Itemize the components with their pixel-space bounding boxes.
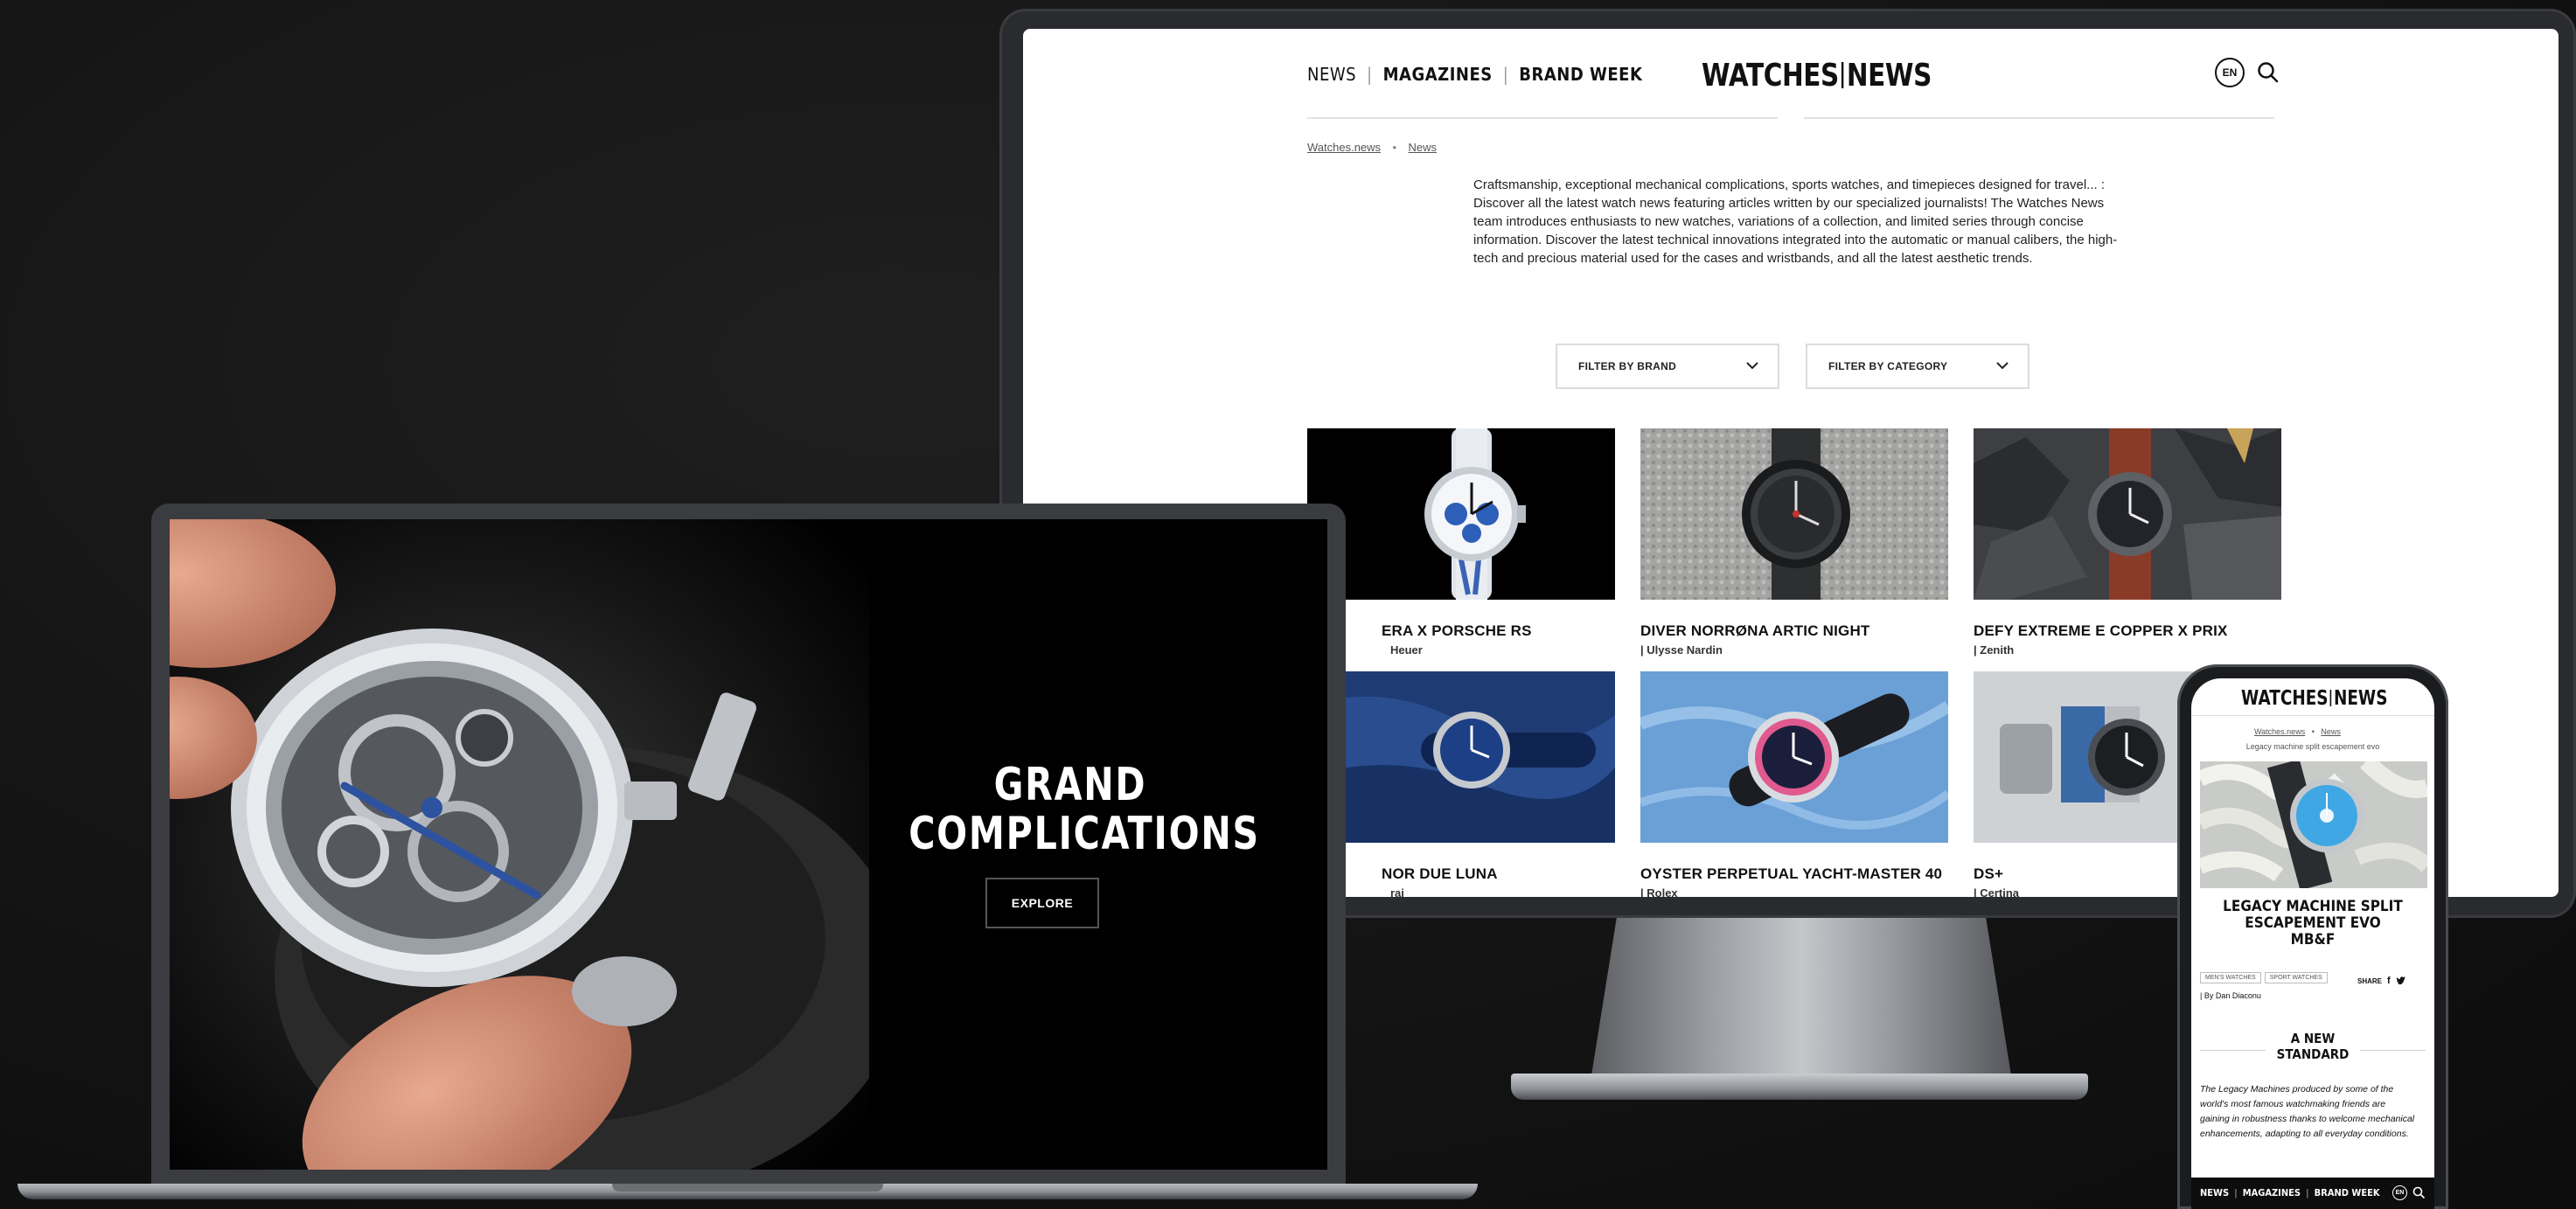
imac-stand-neck xyxy=(1591,918,2011,1075)
language-button[interactable]: EN xyxy=(2392,1185,2407,1200)
search-icon[interactable] xyxy=(2257,61,2280,88)
search-icon[interactable] xyxy=(2412,1186,2426,1204)
breadcrumb-separator: • xyxy=(1392,141,1397,154)
header-divider-left xyxy=(1307,117,1778,119)
card-brand[interactable]: | Zenith xyxy=(1974,643,2014,657)
card-title[interactable]: DIVER NORRØNA ARTIC NIGHT xyxy=(1640,622,1870,640)
section-heading-line2: STANDARD xyxy=(2276,1046,2350,1062)
tag-sport-watches[interactable]: SPORT WATCHES xyxy=(2264,972,2328,983)
article-title-line2: ESCAPEMENT EVO xyxy=(2245,914,2381,932)
phone-author: | By Dan Diaconu xyxy=(2200,991,2261,1000)
language-button[interactable]: EN xyxy=(2215,58,2245,87)
phone-share: SHARE f xyxy=(2357,973,2405,989)
hero-watch-image xyxy=(170,519,869,1170)
logo-left: WATCHES xyxy=(1702,58,1839,94)
section-heading-line1: A NEW xyxy=(2290,1031,2336,1046)
tag-mens-watches[interactable]: MEN'S WATCHES xyxy=(2200,972,2261,983)
share-label: SHARE xyxy=(2357,976,2383,985)
site-logo[interactable]: WATCHES NEWS xyxy=(1702,58,1932,94)
card-title[interactable]: DEFY EXTREME E COPPER X PRIX xyxy=(1974,622,2228,640)
phone-article-body: The Legacy Machines produced by some of … xyxy=(2200,1084,2415,1139)
laptop-website-hero: GRAND COMPLICATIONS EXPLORE xyxy=(170,519,1327,1170)
filter-by-category-select[interactable]: FILTER BY CATEGORY xyxy=(1806,344,2029,389)
filter-brand-label: FILTER BY BRAND xyxy=(1578,360,1677,372)
phone-article-subtitle: Legacy machine split escapement evo xyxy=(2245,742,2380,751)
explore-button[interactable]: EXPLORE xyxy=(985,878,1099,928)
card-image-rolex[interactable] xyxy=(1640,671,1948,843)
card-brand[interactable]: rai xyxy=(1390,886,1404,897)
filter-by-brand-select[interactable]: FILTER BY BRAND xyxy=(1556,344,1779,389)
card-title[interactable]: ERA X PORSCHE RS xyxy=(1382,622,1532,640)
chevron-down-icon xyxy=(1996,360,2009,372)
breadcrumb: Watches.news • News xyxy=(1307,140,1437,156)
phone-header-divider xyxy=(2191,715,2434,716)
main-nav: NEWS | MAGAZINES | BRAND WEEK xyxy=(1307,64,1643,85)
chevron-down-icon xyxy=(1746,360,1758,372)
card-brand[interactable]: | Certina xyxy=(1974,886,2019,897)
card-brand[interactable]: Heuer xyxy=(1390,643,1423,657)
nav-news[interactable]: NEWS xyxy=(2200,1187,2229,1199)
card-image-ulysse-nardin[interactable] xyxy=(1640,428,1948,600)
nav-magazines[interactable]: MAGAZINES xyxy=(1383,64,1493,85)
breadcrumb-home[interactable]: Watches.news xyxy=(1307,141,1381,154)
laptop-hinge-notch xyxy=(612,1184,883,1192)
article-title-line1: LEGACY MACHINE SPLIT xyxy=(2223,898,2403,915)
hero-title-line2: COMPLICATIONS xyxy=(909,808,1260,860)
card-title[interactable]: DS+ xyxy=(1974,865,2003,883)
hero-title-line1: GRAND xyxy=(993,759,1147,811)
card-image-zenith[interactable] xyxy=(1974,428,2281,600)
card-title[interactable]: OYSTER PERPETUAL YACHT-MASTER 40 xyxy=(1640,865,1942,883)
nav-brand-week[interactable]: BRAND WEEK xyxy=(2315,1187,2380,1199)
breadcrumb-home[interactable]: Watches.news xyxy=(2254,727,2305,736)
nav-magazines[interactable]: MAGAZINES xyxy=(2243,1187,2301,1199)
phone-article-image xyxy=(2200,761,2427,888)
card-title[interactable]: NOR DUE LUNA xyxy=(1382,865,1498,883)
filter-category-label: FILTER BY CATEGORY xyxy=(1828,360,1948,372)
facebook-icon[interactable]: f xyxy=(2387,976,2391,986)
logo-left: WATCHES xyxy=(2241,687,2329,710)
phone-site-logo[interactable]: WATCHES NEWS xyxy=(2241,687,2387,710)
logo-right: NEWS xyxy=(2333,687,2388,710)
article-title-line3: MB&F xyxy=(2290,931,2336,948)
phone-article-title: LEGACY MACHINE SPLIT ESCAPEMENT EVO MB&F xyxy=(2191,899,2434,948)
twitter-icon[interactable] xyxy=(2395,973,2405,989)
nav-news[interactable]: NEWS xyxy=(1307,64,1356,85)
breadcrumb-separator: • xyxy=(2311,727,2315,736)
card-brand[interactable]: | Rolex xyxy=(1640,886,1678,897)
card-brand[interactable]: | Ulysse Nardin xyxy=(1640,643,1723,657)
card-image-panerai[interactable] xyxy=(1307,671,1615,843)
nav-brand-week[interactable]: BRAND WEEK xyxy=(1519,64,1642,85)
phone-website: WATCHES NEWS Watches.news • News Legacy m… xyxy=(2191,678,2434,1209)
header-divider-right xyxy=(1804,117,2274,119)
intro-text: Craftsmanship, exceptional mechanical co… xyxy=(1473,177,2118,266)
phone-tag-list: MEN'S WATCHES SPORT WATCHES xyxy=(2200,972,2328,983)
phone-breadcrumb: Watches.news • News xyxy=(2254,727,2341,736)
hero-title: GRAND COMPLICATIONS xyxy=(909,759,1260,860)
card-image-tag-heuer[interactable] xyxy=(1307,428,1615,600)
logo-right: NEWS xyxy=(1846,58,1932,94)
imac-stand-base xyxy=(1511,1074,2088,1100)
phone-nav-links: NEWS | MAGAZINES | BRAND WEEK xyxy=(2200,1187,2380,1199)
breadcrumb-current[interactable]: News xyxy=(1409,141,1438,154)
phone-bottom-nav: NEWS | MAGAZINES | BRAND WEEK EN xyxy=(2191,1178,2434,1209)
breadcrumb-current[interactable]: News xyxy=(2321,727,2341,736)
phone-section-heading: A NEW STANDARD xyxy=(2191,1031,2434,1062)
